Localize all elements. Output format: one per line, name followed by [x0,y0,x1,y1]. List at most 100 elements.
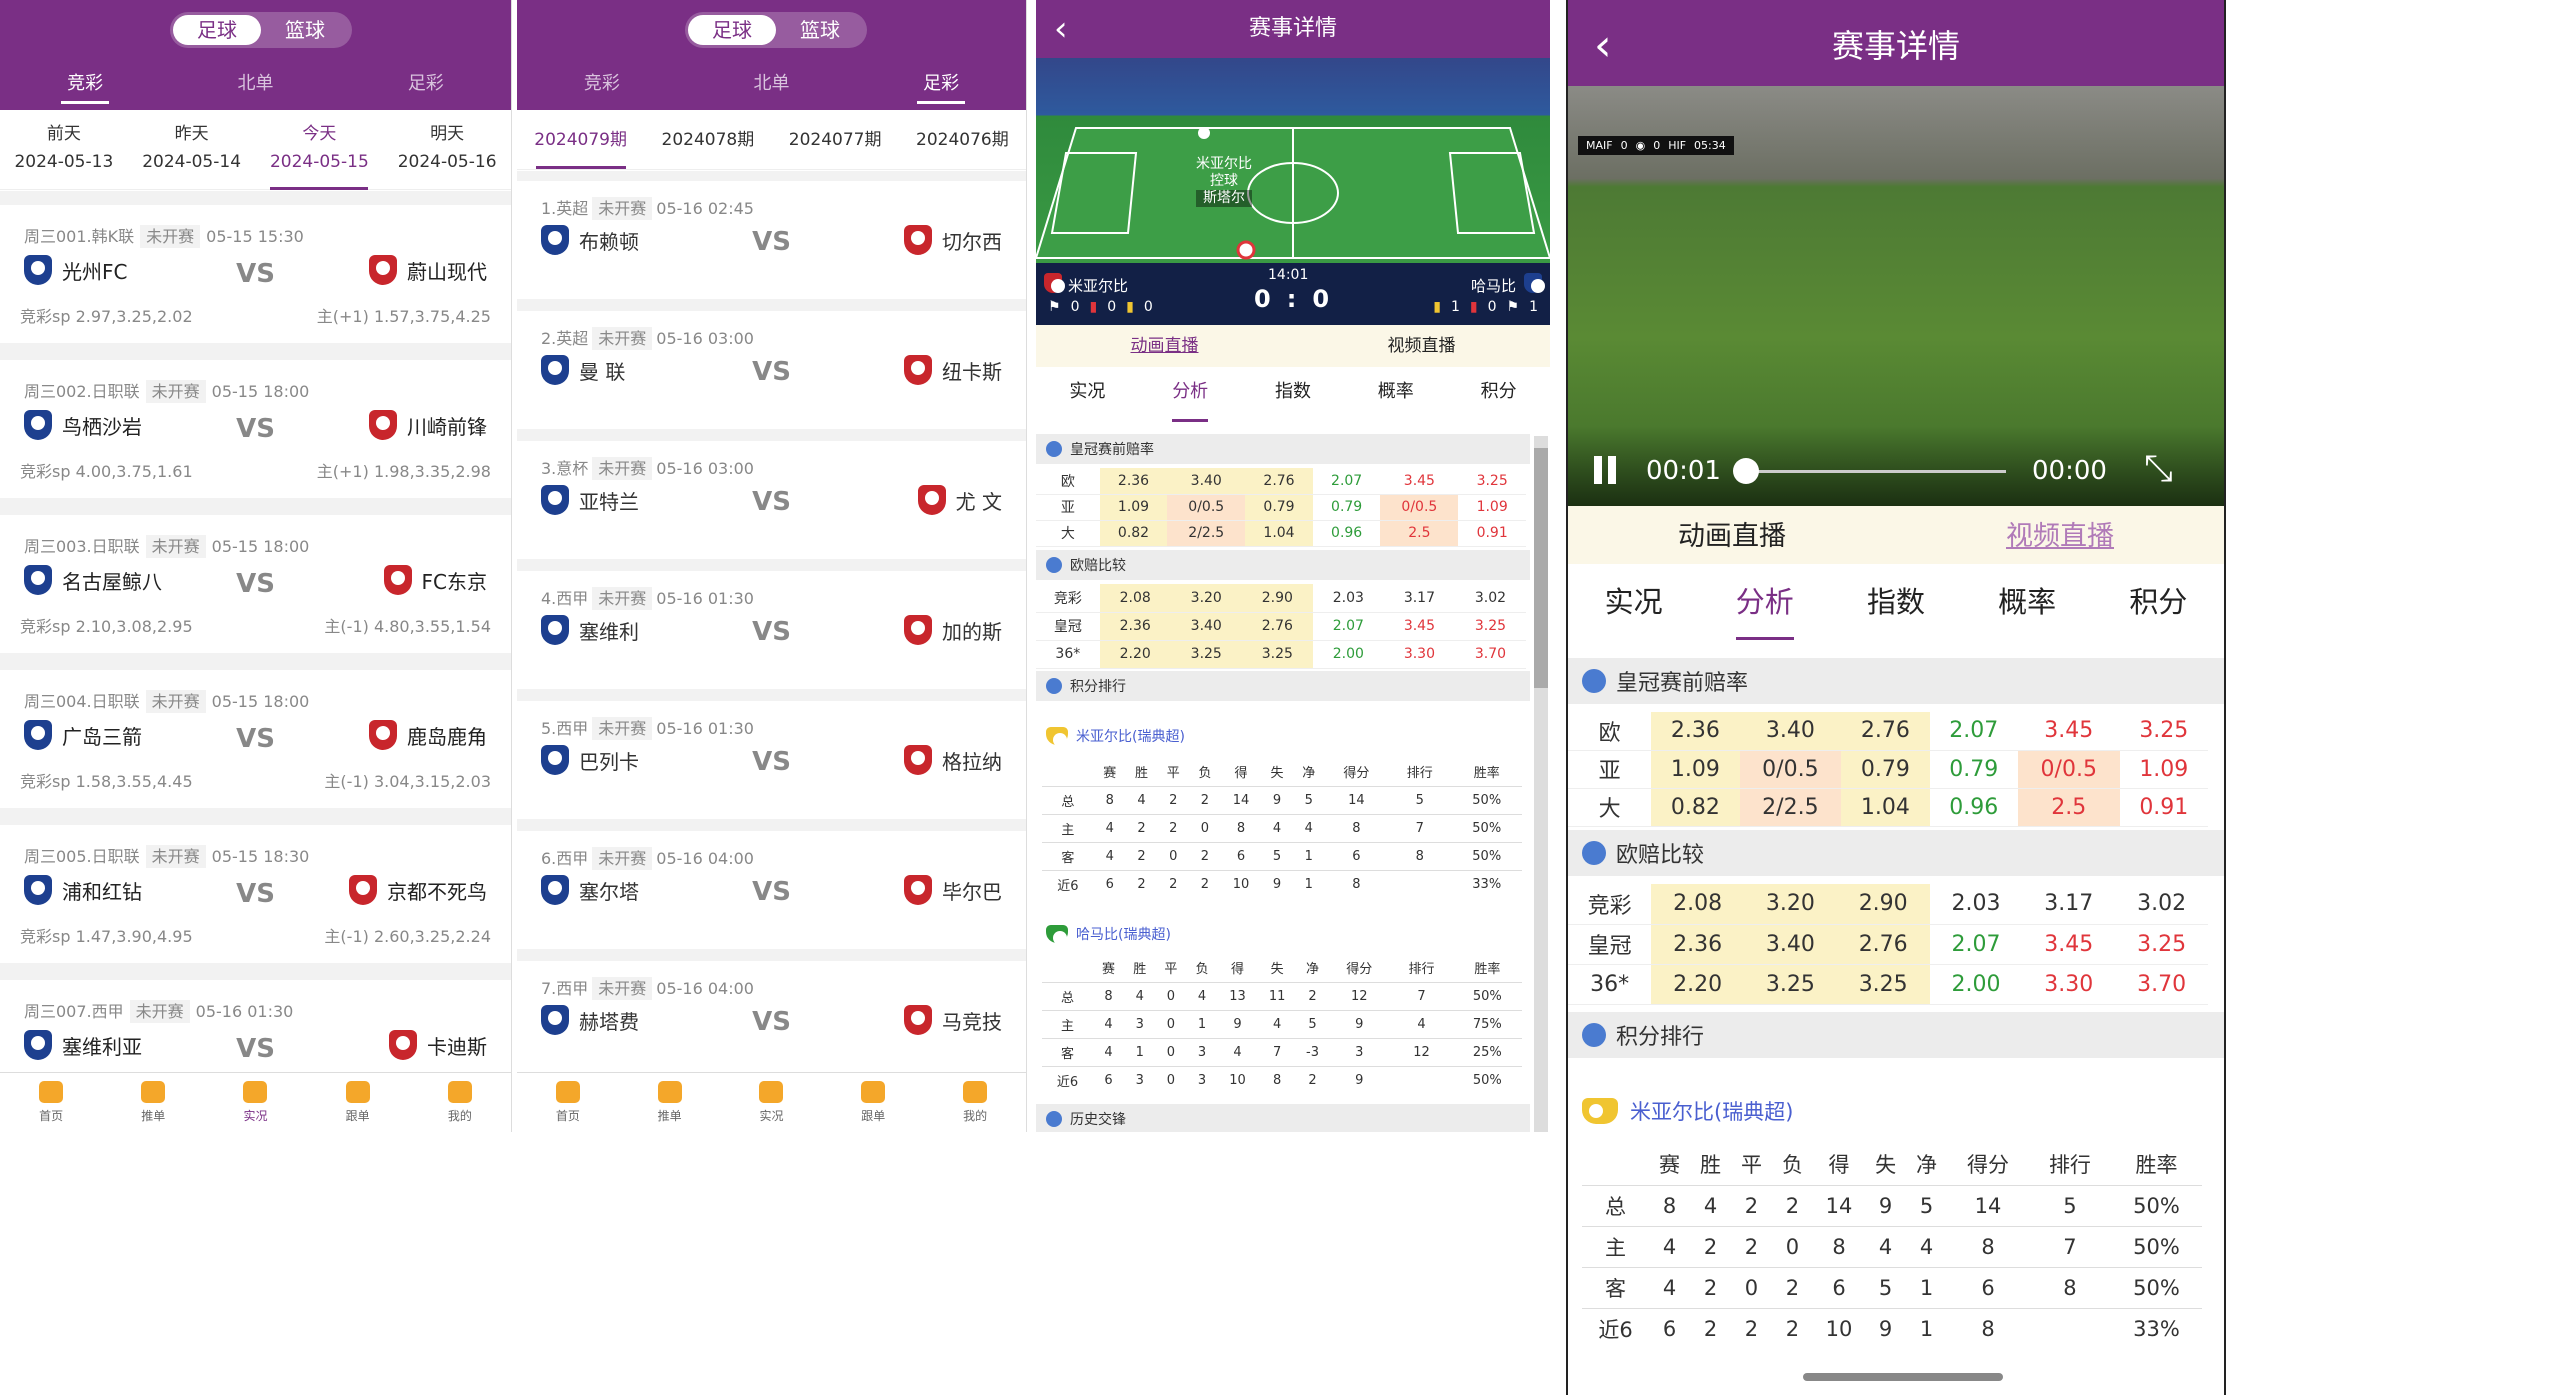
date-tab[interactable]: 明天 2024-05-16 [392,110,502,190]
date-tab[interactable]: 昨天 2024-05-14 [137,110,247,190]
tab-live[interactable]: 实况 [1605,572,1663,632]
match-number: 2.英超 [541,329,589,348]
tab-jingcai[interactable]: 竞彩 [61,60,110,108]
away-badge [369,720,397,750]
tab-animation-live[interactable]: 动画直播 [1678,506,1786,564]
issue-tab[interactable]: 2024077期 [780,110,890,169]
nav-tips[interactable]: 推单 [123,1073,183,1132]
section-rank[interactable]: 积分排行 [1036,671,1530,701]
nav-live[interactable]: 实况 [741,1073,801,1132]
seek-thumb[interactable] [1733,458,1759,484]
tab-zucai[interactable]: 足彩 [917,60,966,108]
stat-col-header: 胜 [1134,766,1148,782]
odds-cell: 3.17 [1403,589,1435,606]
vs-label: VS [752,877,791,907]
basketball-toggle[interactable]: 篮球 [261,15,349,45]
fullscreen-icon[interactable]: ⤡ [2144,448,2173,490]
match-time: 05-15 18:00 [211,537,310,556]
match-card[interactable]: 周三004.日职联 未开赛 05-15 18:00 广岛三箭 VS 鹿岛鹿角 竞彩sp 1.… [0,670,511,808]
section-h2h[interactable]: 历史交锋 [1036,1104,1530,1132]
stat-cell: 8 [1104,988,1113,1004]
tab-animation-live[interactable]: 动画直播 [1131,325,1199,367]
tab-video-live[interactable]: 视频直播 [1388,325,1456,367]
tab-beidan[interactable]: 北单 [237,60,273,108]
tab-standings[interactable]: 积分 [1481,370,1517,414]
team1-name[interactable]: 米亚尔比(瑞典超) [1630,1096,1793,1126]
match-card[interactable]: 周三007.西甲 未开赛 05-16 01:30 塞维利亚 VS 卡迪斯 [0,980,511,1072]
stat-row-label: 总 [1605,1194,1627,1219]
match-card[interactable]: 3.意杯 未开赛 05-16 03:00 亚特兰 VS 尤 文 [517,441,1026,559]
tab-index[interactable]: 指数 [1275,370,1311,414]
vs-label: VS [236,569,275,599]
team2-name[interactable]: 哈马比(瑞典超) [1076,924,1171,944]
animation-pitch[interactable]: 米亚尔比 控球 斯塔尔 [1036,58,1550,263]
section-odds[interactable]: 皇冠赛前赔率 [1568,658,2224,704]
match-card[interactable]: 5.西甲 未开赛 05-16 01:30 巴列卡 VS 格拉纳 [517,701,1026,819]
match-card[interactable]: 7.西甲 未开赛 05-16 04:00 赫塔费 VS 马竞技 [517,961,1026,1072]
tab-probability[interactable]: 概率 [1998,572,2056,632]
odds-row-label: 36* [1590,971,1630,997]
tab-probability[interactable]: 概率 [1378,370,1414,414]
issue-tab-active[interactable]: 2024079期 [526,110,636,169]
tab-live[interactable]: 实况 [1069,370,1105,414]
stat-cell: 9 [1272,876,1282,892]
stat-cell: 0 [1200,820,1210,836]
nav-home[interactable]: 首页 [21,1073,81,1132]
odds-table: 欧 2.36 3.40 2.76 2.07 3.45 3.25 亚 1.09 0/0.5 0.79 0… [1036,468,1526,547]
football-toggle[interactable]: 足球 [173,15,261,45]
total-time: 00:00 [2032,456,2107,486]
seek-bar[interactable] [1733,458,2006,484]
nav-tips[interactable]: 推单 [640,1073,700,1132]
home-yellow: 0 [1143,299,1153,315]
match-card[interactable]: 周三002.日职联 未开赛 05-15 18:00 鸟栖沙岩 VS 川崎前锋 竞彩sp 4.… [0,360,511,498]
vs-label: VS [752,617,791,647]
nav-mine[interactable]: 我的 [945,1073,1005,1132]
tab-zucai[interactable]: 足彩 [408,60,444,108]
tab-beidan[interactable]: 北单 [753,60,789,108]
match-card[interactable]: 2.英超 未开赛 05-16 03:00 曼 联 VS 纽卡斯 [517,311,1026,429]
match-card[interactable]: 1.英超 未开赛 05-16 02:45 布赖顿 VS 切尔西 [517,181,1026,299]
tab-analysis[interactable]: 分析 [1172,370,1209,422]
match-card[interactable]: 周三001.韩K联 未开赛 05-15 15:30 光州FC VS 蔚山现代 竞彩sp 2.… [0,205,511,343]
odds-cell: 3.02 [1474,589,1507,606]
nav-home[interactable]: 首页 [538,1073,598,1132]
issue-tab[interactable]: 2024076期 [907,110,1017,169]
basketball-toggle[interactable]: 篮球 [776,15,864,45]
odds-cell: 3.25 [1476,472,1508,489]
football-toggle[interactable]: 足球 [688,15,776,45]
scrollbar[interactable] [1534,436,1548,1132]
trophy-icon [243,1081,268,1103]
nav-follow[interactable]: 跟单 [328,1073,388,1132]
away-badge [904,355,932,385]
back-icon[interactable]: ‹ [1594,0,1612,92]
tab-video-live[interactable]: 视频直播 [2006,506,2114,564]
match-card[interactable]: 周三005.日职联 未开赛 05-15 18:30 浦和红钻 VS 京都不死鸟 竞彩sp 1… [0,825,511,963]
nav-follow[interactable]: 跟单 [843,1073,903,1132]
date-tab[interactable]: 前天 2024-05-13 [9,110,119,190]
stat-row: 总 8 4 0 4 13 11 2 12 7 50% [1042,982,1522,1010]
nav-live[interactable]: 实况 [225,1073,285,1132]
tab-jingcai[interactable]: 竞彩 [584,60,620,108]
section-odds[interactable]: 皇冠赛前赔率 [1036,434,1530,464]
team1-name[interactable]: 米亚尔比(瑞典超) [1076,726,1185,746]
section-euro[interactable]: 欧赔比较 [1568,830,2224,876]
match-card[interactable]: 4.西甲 未开赛 05-16 01:30 塞维利 VS 加的斯 [517,571,1026,689]
match-card[interactable]: 6.西甲 未开赛 05-16 04:00 塞尔塔 VS 毕尔巴 [517,831,1026,949]
issue-tab[interactable]: 2024078期 [653,110,763,169]
home-red: 0 [1107,299,1117,315]
away-score: 0 [1312,285,1330,313]
scrollbar-thumb[interactable] [1534,448,1548,688]
date-tab-active[interactable]: 今天 2024-05-15 [264,110,374,190]
match-card[interactable]: 周三003.日职联 未开赛 05-15 18:00 名古屋鲸八 VS FC东京 竞彩sp 2… [0,515,511,653]
tab-index[interactable]: 指数 [1867,572,1925,632]
section-rank[interactable]: 积分排行 [1568,1012,2224,1058]
home-badge [1044,273,1065,293]
back-icon[interactable]: ‹ [1054,0,1068,58]
pause-icon[interactable] [1594,456,1602,484]
video-player[interactable]: MAIF 0 ◉ 0 HIF 05:34 00:01 00:00 ⤡ [1568,86,2224,506]
document-icon [141,1081,166,1103]
tab-standings[interactable]: 积分 [2129,572,2187,632]
nav-mine[interactable]: 我的 [430,1073,490,1132]
tab-analysis[interactable]: 分析 [1735,572,1794,640]
section-euro[interactable]: 欧赔比较 [1036,550,1530,580]
